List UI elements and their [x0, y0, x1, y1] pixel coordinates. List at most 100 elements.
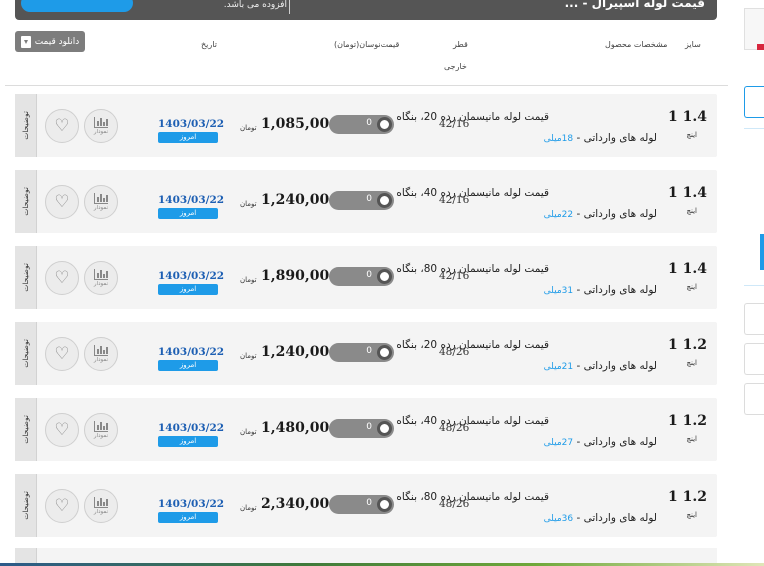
banner-note: افزوده می باشد.	[223, 0, 287, 10]
bar-chart-icon	[94, 117, 108, 128]
favorite-button[interactable]: ♡	[45, 489, 79, 523]
description-tab[interactable]: توضیحات	[15, 246, 37, 309]
bar-chart-icon	[94, 497, 108, 508]
header-date: تاریخ	[201, 40, 217, 49]
size-unit: اینچ	[686, 435, 697, 443]
today-badge: امروز	[158, 436, 218, 447]
product-category: لوله های وارداتی -	[573, 436, 657, 448]
price-value: 1,480,000	[261, 420, 339, 436]
bar-chart-icon	[94, 421, 108, 432]
description-tab[interactable]: توضیحات	[15, 398, 37, 461]
size-unit: اینچ	[686, 283, 697, 291]
description-tab[interactable]: توضیحات	[15, 322, 37, 385]
favorite-button[interactable]: ♡	[45, 185, 79, 219]
size-unit: اینچ	[686, 131, 697, 139]
product-title[interactable]: قیمت لوله مانیسمان رده 20، بنگاه	[396, 111, 549, 123]
price-value: 1,240,000	[261, 192, 339, 208]
bar-chart-icon	[94, 345, 108, 356]
side-panel-divider-1	[744, 128, 764, 129]
weight-value: 21	[561, 362, 574, 372]
side-panel-field-2[interactable]	[744, 303, 764, 335]
oscillation-toggle[interactable]: 0	[329, 267, 394, 286]
description-tab-label: توضیحات	[21, 415, 30, 444]
today-badge: امروز	[158, 208, 218, 219]
product-subtitle: لوله های وارداتی - 18میلی	[544, 132, 657, 144]
chart-button-label: نمودار	[93, 433, 109, 439]
size-unit: اینچ	[686, 359, 697, 367]
chart-button-label: نمودار	[93, 281, 109, 287]
weight-unit: میلی	[543, 514, 562, 524]
price-date: 1403/03/22	[158, 422, 225, 434]
weight-value: 36	[561, 514, 574, 524]
oscillation-toggle[interactable]: 0	[329, 419, 394, 438]
product-weight: 18میلی	[544, 134, 573, 144]
size-unit: اینچ	[686, 207, 697, 215]
weight-value: 27	[561, 438, 574, 448]
description-tab[interactable]: توضیحات	[15, 94, 37, 157]
heart-icon: ♡	[54, 191, 70, 212]
side-panel-field-4[interactable]	[744, 383, 764, 415]
product-title[interactable]: قیمت لوله مانیسمان رده 20، بنگاه	[396, 339, 549, 351]
pipe-size: 1 1.4	[668, 109, 707, 125]
banner-divider	[289, 0, 290, 14]
description-tab[interactable]: توضیحات	[15, 170, 37, 233]
side-panel-field-3[interactable]	[744, 343, 764, 375]
product-category: لوله های وارداتی -	[573, 512, 657, 524]
top-banner: افزوده می باشد. قیمت لوله اسپیرال - ...	[15, 0, 717, 20]
currency-label: تومان	[240, 124, 257, 132]
favorite-button[interactable]: ♡	[45, 109, 79, 143]
side-panel-field-1[interactable]	[744, 86, 764, 118]
table-row: توضیحات ♡ نمودار 1403/03/22 امروز تومان …	[15, 398, 717, 461]
toggle-knob	[377, 193, 392, 208]
chart-button[interactable]: نمودار	[84, 337, 118, 371]
banner-action-button[interactable]	[21, 0, 133, 12]
oscillation-value: 0	[366, 194, 372, 204]
today-badge: امروز	[158, 360, 218, 371]
oscillation-toggle[interactable]: 0	[329, 191, 394, 210]
chart-button[interactable]: نمودار	[84, 413, 118, 447]
header-diameter-2: خارجی	[444, 62, 467, 71]
chart-button[interactable]: نمودار	[84, 185, 118, 219]
favorite-button[interactable]: ♡	[45, 261, 79, 295]
side-panel-accent	[760, 234, 764, 270]
oscillation-toggle[interactable]: 0	[329, 115, 394, 134]
price-date: 1403/03/22	[158, 194, 225, 206]
product-subtitle: لوله های وارداتی - 31میلی	[544, 284, 657, 296]
table-row: توضیحات ♡ نمودار 1403/03/22 امروز تومان …	[15, 246, 717, 309]
chart-button[interactable]: نمودار	[84, 489, 118, 523]
product-title[interactable]: قیمت لوله مانیسمان رده 80، بنگاه	[396, 263, 549, 275]
weight-unit: میلی	[543, 134, 562, 144]
favorite-button[interactable]: ♡	[45, 337, 79, 371]
table-row: توضیحات ♡ نمودار 1403/03/22 امروز تومان …	[15, 94, 717, 157]
product-title[interactable]: قیمت لوله مانیسمان رده 40، بنگاه	[396, 415, 549, 427]
chart-button[interactable]: نمودار	[84, 261, 118, 295]
side-panel-badge	[757, 44, 764, 50]
oscillation-toggle[interactable]: 0	[329, 495, 394, 514]
oscillation-value: 0	[366, 270, 372, 280]
download-label: دانلود قیمت	[34, 36, 80, 47]
product-title[interactable]: قیمت لوله مانیسمان رده 80، بنگاه	[396, 491, 549, 503]
product-weight: 22میلی	[544, 210, 573, 220]
heart-icon: ♡	[54, 419, 70, 440]
product-subtitle: لوله های وارداتی - 21میلی	[544, 360, 657, 372]
oscillation-toggle[interactable]: 0	[329, 343, 394, 362]
product-weight: 36میلی	[544, 514, 573, 524]
description-tab-label: توضیحات	[21, 491, 30, 520]
product-weight: 31میلی	[544, 286, 573, 296]
pipe-size: 1 1.2	[668, 413, 707, 429]
weight-value: 31	[561, 286, 574, 296]
product-title[interactable]: قیمت لوله مانیسمان رده 40، بنگاه	[396, 187, 549, 199]
heart-icon: ♡	[54, 343, 70, 364]
favorite-button[interactable]: ♡	[45, 413, 79, 447]
description-tab[interactable]: توضیحات	[15, 474, 37, 537]
chart-button[interactable]: نمودار	[84, 109, 118, 143]
description-tab-label: توضیحات	[21, 339, 30, 368]
heart-icon: ♡	[54, 495, 70, 516]
banner-title: قیمت لوله اسپیرال - ...	[564, 0, 705, 10]
price-date: 1403/03/22	[158, 346, 225, 358]
currency-label: تومان	[240, 428, 257, 436]
table-row: توضیحات ♡ نمودار 1403/03/22 امروز تومان …	[15, 322, 717, 385]
pipe-size: 1 1.2	[668, 337, 707, 353]
download-price-button[interactable]: دانلود قیمت	[15, 31, 85, 52]
today-badge: امروز	[158, 512, 218, 523]
